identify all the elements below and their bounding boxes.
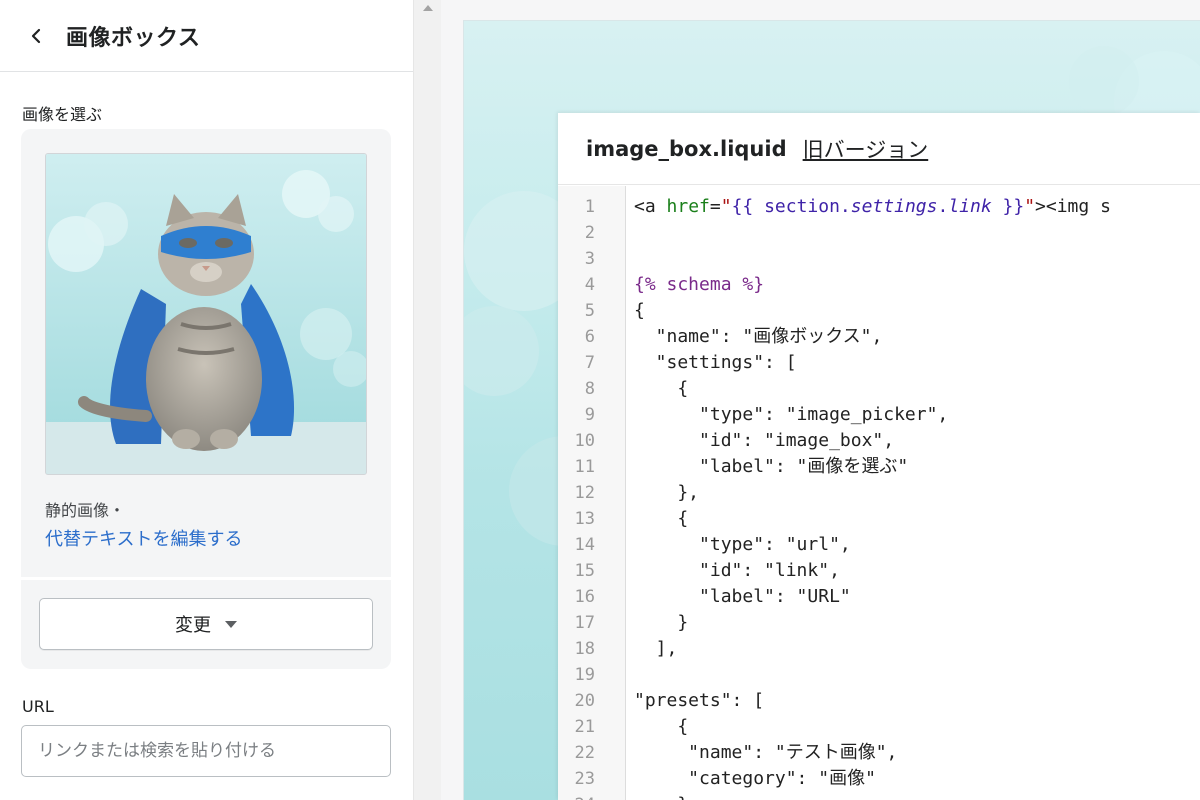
code-line-6: "name": "画像ボックス", [634,326,883,347]
line-number: 14 [574,535,595,555]
code-token: }} [991,196,1025,217]
settings-panel: 画像ボックス 画像を選ぶ 静的画像・ 代替テキストを編集する 変更 URL リン… [0,0,413,800]
line-number: 22 [574,743,595,763]
line-number: 24 [558,792,595,800]
card-divider [21,577,391,580]
code-token: <a [634,196,667,217]
line-number: 18 [574,639,595,659]
edit-alt-text-link[interactable]: 代替テキストを編集する [45,525,242,551]
code-line-16: "label": "URL" [634,586,851,607]
url-input[interactable] [21,725,391,777]
code-line-21: { [634,716,689,737]
panel-header: 画像ボックス [0,0,413,72]
code-line-17: } [634,612,689,633]
code-line-8: { [634,378,689,399]
code-line-20: "presets": [ [634,690,765,711]
panel-scrollbar[interactable] [413,0,441,800]
code-line-7: "settings": [ [634,352,797,373]
line-number: 8 [584,379,595,399]
code-line-23: "category": "画像" [634,768,876,789]
code-line-13: { [634,508,689,529]
line-number: 19 [574,665,595,685]
code-token: {{ section. [731,196,851,217]
code-token: href [666,196,710,217]
editor-header: image_box.liquid 旧バージョン [558,113,1200,185]
line-number: 10 [574,431,595,451]
code-token: " [1024,196,1036,217]
code-line-1: <a href="{{ section.settings.link }}"><i… [634,194,1111,220]
line-number: 17 [574,613,595,633]
code-line-15: "id": "link", [634,560,840,581]
line-number: 6 [584,327,595,347]
code-line-4: {% schema %} [634,274,765,295]
line-number: 3 [584,249,595,269]
panel-title: 画像ボックス [66,25,201,51]
line-number: 7 [584,353,595,373]
line-number: 23 [574,769,595,789]
file-name: image_box.liquid [586,136,787,161]
code-line-24: } [634,792,688,800]
cat-superhero-image [46,154,366,474]
line-number: 12 [574,483,595,503]
code-line-5: { [634,300,645,321]
line-number: 2 [584,223,595,243]
code-line-9: "type": "image_picker", [634,404,949,425]
code-editor-window: image_box.liquid 旧バージョン 1 2 3 4 5 6 7 8 … [558,113,1200,800]
line-number-gutter: 1 2 3 4 5 6 7 8 9 10 11 12 13 14 15 16 1… [558,186,626,800]
old-version-link[interactable]: 旧バージョン [803,134,929,164]
code-line-22: "name": "テスト画像", [634,742,898,763]
code-token: " [720,196,732,217]
change-button-label: 変更 [175,615,211,636]
change-image-button[interactable]: 変更 [39,598,373,650]
line-number: 1 [584,197,595,217]
code-area[interactable]: 1 2 3 4 5 6 7 8 9 10 11 12 13 14 15 16 1… [558,186,1200,800]
back-button[interactable] [24,24,48,48]
selected-image-thumbnail[interactable] [45,153,367,475]
code-token: settings [850,196,938,217]
caret-down-icon [225,620,237,628]
url-field-label: URL [22,697,54,716]
line-number: 5 [584,301,595,321]
line-number: 11 [574,457,595,477]
image-picker-card: 静的画像・ 代替テキストを編集する 変更 [21,129,391,669]
line-number: 9 [584,405,595,425]
code-token: . [937,196,949,217]
image-picker-label: 画像を選ぶ [22,105,103,124]
code-token: link [948,196,992,217]
chevron-left-icon [31,28,41,43]
code-line-12: }, [634,482,700,503]
code-token: ><img s [1035,196,1111,217]
scroll-up-arrow-icon[interactable] [423,5,433,11]
code-line-18: ], [634,638,678,659]
code-line-11: "label": "画像を選ぶ" [634,456,909,477]
code-line-10: "id": "image_box", [634,430,895,451]
line-number: 20 [574,691,595,711]
code-token: = [709,196,721,217]
line-number: 13 [574,509,595,529]
image-type-label: 静的画像・ [45,501,126,520]
line-number: 15 [574,561,595,581]
line-number: 4 [584,275,595,295]
code-line-14: "type": "url", [634,534,851,555]
line-number: 16 [574,587,595,607]
line-number: 21 [574,717,595,737]
